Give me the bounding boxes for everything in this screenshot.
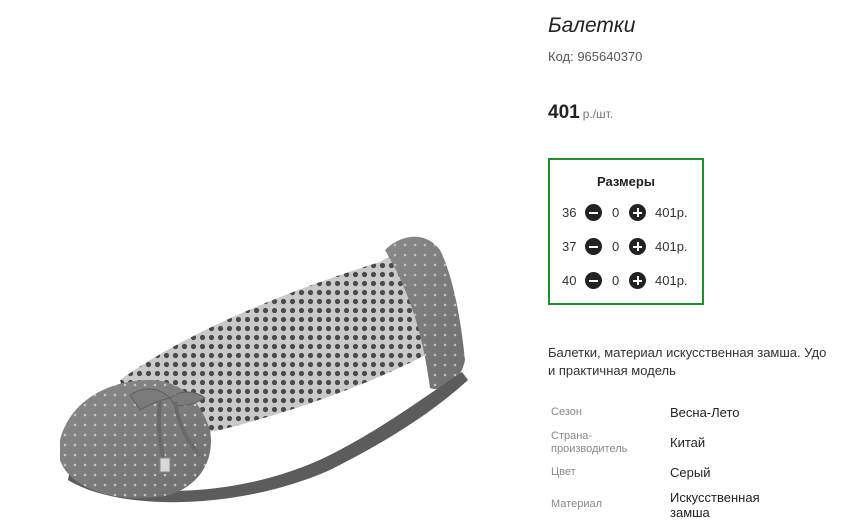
size-label: 37 [562,239,577,254]
color-label: Цвет [551,466,576,478]
price-value: 401 [548,102,580,123]
size-price: 401р. [655,273,688,288]
quantity-value: 0 [612,239,620,254]
increase-quantity-button[interactable] [629,272,646,289]
size-row: 37 0 401р. [550,237,702,257]
color-value: Серый [670,465,711,480]
description-line: Балетки, материал искусственная замша. У… [548,345,827,360]
product-code: Код: 965640370 [548,49,643,64]
ballet-flat-illustration [60,236,468,503]
quantity-value: 0 [612,273,620,288]
size-price: 401р. [655,205,688,220]
country-label: Страна- производитель [551,430,628,455]
material-label: Материал [551,498,602,510]
size-price: 401р. [655,239,688,254]
product-image[interactable] [0,0,520,530]
minus-icon [589,279,598,282]
sizes-panel: Размеры 36 0 401р. 37 0 401р. 40 0 401р. [548,158,704,305]
material-value: Искусственная замша [670,490,760,520]
size-row: 36 0 401р. [550,203,702,223]
country-value: Китай [670,435,706,450]
price-unit: р./шт. [582,107,614,121]
product-title: Балетки [548,14,636,37]
description-line: и практичная модель [548,363,676,378]
season-label: Сезон [551,406,582,418]
product-description: Балетки, материал искусственная замша. У… [548,344,850,380]
product-price: 401 р./шт. [548,102,613,124]
season-value: Весна-Лето [670,405,740,420]
quantity-value: 0 [612,205,620,220]
decrease-quantity-button[interactable] [585,272,602,289]
minus-icon [589,211,598,214]
decrease-quantity-button[interactable] [585,204,602,221]
increase-quantity-button[interactable] [629,204,646,221]
increase-quantity-button[interactable] [629,238,646,255]
sizes-title: Размеры [597,174,655,189]
size-row: 40 0 401р. [550,271,702,291]
size-label: 40 [562,273,577,288]
decrease-quantity-button[interactable] [585,238,602,255]
size-label: 36 [562,205,577,220]
minus-icon [589,245,598,248]
